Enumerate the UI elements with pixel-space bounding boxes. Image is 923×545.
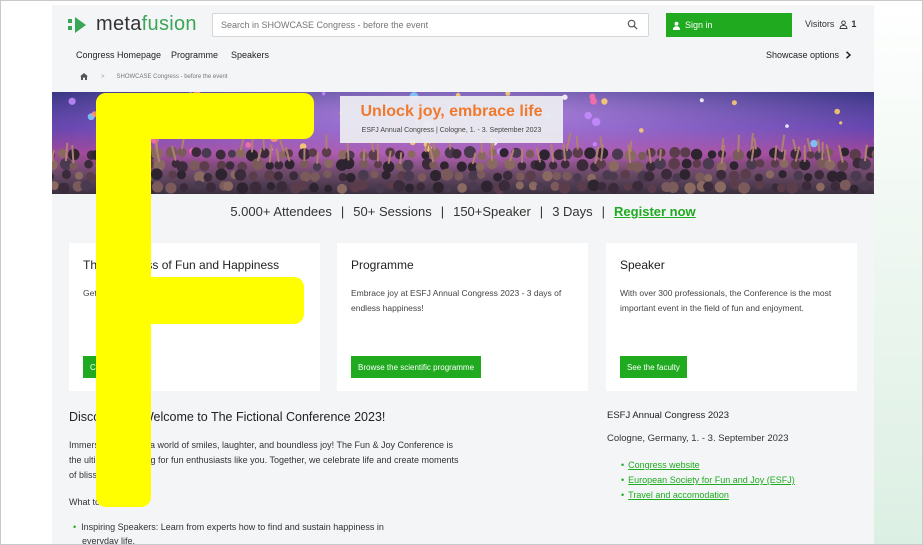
logo[interactable]: metafusion [68, 13, 197, 36]
stat-divider: | [601, 204, 606, 219]
esfj-society-link[interactable]: European Society for Fun and Joy (ESFJ) [628, 475, 795, 485]
nav-item-speakers[interactable]: Speakers [231, 50, 269, 60]
sign-in-button[interactable]: Sign in [666, 13, 792, 37]
visitors-indicator[interactable]: Visitors 1 [805, 19, 856, 29]
card-text: With over 300 professionals, the Confere… [620, 288, 832, 313]
list-item: Congress website [628, 458, 795, 473]
what-to-expect-heading: What to expect: [69, 497, 132, 507]
card-title: Speaker [620, 258, 665, 272]
user-icon [672, 21, 681, 30]
chevron-right-icon [845, 51, 852, 59]
welcome-intro: Immerse yourself in a world of smiles, l… [69, 440, 459, 480]
list-item: Inspiring Speakers: Learn from experts h… [81, 520, 422, 544]
stat-divider: | [340, 204, 345, 219]
stat-divider: | [440, 204, 445, 219]
hero-subtitle: ESFJ Annual Congress | Cologne, 1. - 3. … [361, 127, 542, 134]
list-item: European Society for Fun and Joy (ESFJ) [628, 473, 795, 488]
card-title: The Congress of Fun and Happiness [83, 258, 280, 272]
hero-banner-image: Unlock joy, embrace life ESFJ Annual Con… [52, 92, 874, 194]
visitor-icon [839, 19, 848, 29]
stat-sessions: 50+ Sessions [353, 204, 432, 219]
hero-headline-box: Unlock joy, embrace life ESFJ Annual Con… [340, 96, 563, 143]
showcase-options-button[interactable]: Showcase options [766, 50, 852, 60]
sign-in-label: Sign in [685, 20, 713, 30]
stat-attendees: 5.000+ Attendees [230, 204, 332, 219]
visitors-label: Visitors [805, 19, 835, 29]
card-congress: The Congress of Fun and Happiness Get yo… [69, 243, 320, 391]
congress-links: Congress website European Society for Fu… [628, 458, 795, 503]
expect-list: Inspiring Speakers: Learn from experts h… [81, 520, 422, 544]
browser-frame: metafusion Sign in Visitors [0, 0, 923, 545]
search-box [212, 13, 649, 37]
stats-bar: 5.000+ Attendees | 50+ Sessions | 150+Speake… [52, 204, 874, 219]
main-nav: Congress Homepage Programme Speakers Sho… [52, 47, 874, 65]
search-input[interactable] [213, 14, 613, 36]
card-speaker: Speaker With over 300 professionals, the… [606, 243, 857, 391]
background-decoration [874, 1, 922, 544]
list-item: Travel and accomodation [628, 488, 795, 503]
breadcrumb-current: SHOWCASE Congress - before the event [116, 73, 228, 80]
stat-days: 3 Days [552, 204, 593, 219]
logo-mark-icon [68, 16, 90, 34]
home-icon[interactable] [80, 73, 88, 80]
travel-link[interactable]: Travel and accomodation [628, 490, 729, 500]
stat-speakers: 150+Speaker [453, 204, 531, 219]
congress-website-link[interactable]: Congress website [628, 460, 700, 470]
card-title: Programme [351, 258, 414, 272]
card-text: Get your tickets and join us onsite in C… [83, 288, 256, 298]
logo-text: metafusion [96, 13, 197, 35]
showcase-options-label: Showcase options [765, 50, 839, 60]
card-programme: Programme Embrace joy at ESFJ Annual Con… [337, 243, 588, 391]
breadcrumb-separator: > [101, 73, 105, 80]
see-faculty-button[interactable]: See the faculty [620, 356, 687, 378]
congress-info-title: ESFJ Annual Congress 2023 [607, 410, 729, 421]
hero-title: Unlock joy, embrace life [360, 103, 543, 120]
congress-location: Cologne, Germany, 1. - 3. September 2023 [607, 433, 789, 444]
breadcrumb: > SHOWCASE Congress - before the event [80, 73, 228, 80]
visitors-count: 1 [851, 19, 857, 29]
browse-programme-button[interactable]: Browse the scientific programme [351, 356, 482, 378]
search-icon[interactable] [627, 19, 638, 30]
header: metafusion Sign in Visitors [52, 5, 874, 41]
welcome-heading: Discover the Welcome to The Fictional Co… [69, 410, 386, 424]
card-text: Embrace joy at ESFJ Annual Congress 2023… [351, 288, 562, 313]
page: metafusion Sign in Visitors [52, 5, 874, 544]
nav-item-programme[interactable]: Programme [171, 50, 218, 60]
nav-item-congress-homepage[interactable]: Congress Homepage [76, 50, 161, 60]
register-now-link[interactable]: Register now [614, 204, 696, 219]
stat-divider: | [539, 204, 544, 219]
choose-tickets-button[interactable]: Choose tickets [83, 356, 150, 378]
